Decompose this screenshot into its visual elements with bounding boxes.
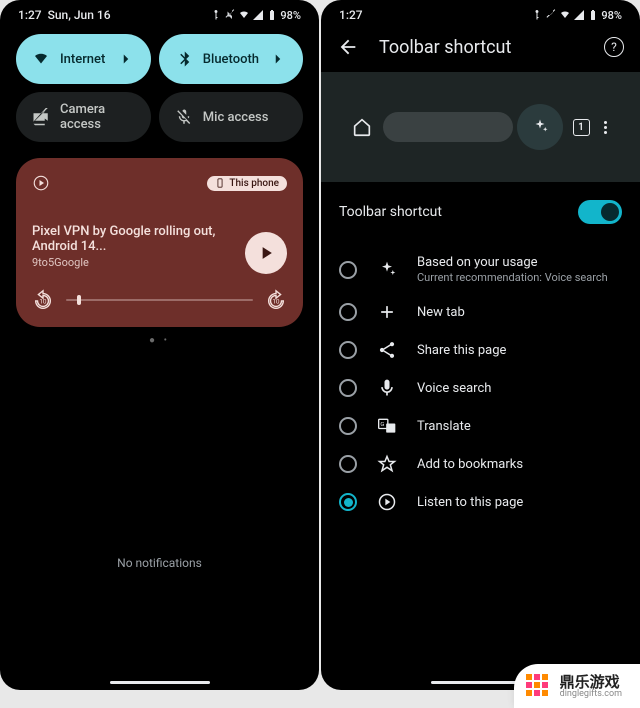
status-icons: 98% — [210, 9, 301, 22]
mute-icon — [545, 9, 557, 21]
option-label: Based on your usage — [417, 255, 608, 270]
toolbar-shortcut-toggle[interactable] — [578, 200, 622, 224]
shortcut-options-list: Based on your usage Current recommendati… — [321, 242, 640, 525]
mic-off-icon — [175, 108, 193, 126]
status-time: 1:27 — [339, 8, 363, 22]
option-translate[interactable]: G Translate — [327, 407, 634, 445]
play-icon — [256, 243, 276, 263]
signal-icon — [573, 9, 585, 21]
wifi-icon — [559, 9, 571, 21]
qs-tile-label: Bluetooth — [203, 52, 259, 67]
radio-button[interactable] — [339, 417, 357, 435]
phone-icon — [215, 178, 225, 188]
option-new-tab[interactable]: New tab — [327, 293, 634, 331]
seek-bar[interactable] — [66, 299, 253, 301]
status-bar: 1:27 98% — [321, 0, 640, 26]
camera-off-icon — [32, 108, 50, 126]
radio-button[interactable] — [339, 261, 357, 279]
svg-text:10: 10 — [272, 298, 280, 306]
option-label: Translate — [417, 419, 471, 434]
battery-percent: 98% — [601, 9, 622, 22]
option-label: New tab — [417, 305, 465, 320]
watermark-logo — [526, 674, 548, 696]
menu-icon — [600, 121, 611, 134]
play-circle-icon — [377, 492, 397, 512]
play-button[interactable] — [245, 232, 287, 274]
option-label: Add to bookmarks — [417, 457, 523, 472]
replay-10-icon[interactable]: 10 — [32, 289, 54, 311]
qs-tile-label: Internet — [60, 52, 105, 67]
option-label: Share this page — [417, 343, 506, 358]
wifi-icon — [32, 50, 50, 68]
qs-tile-internet[interactable]: Internet — [16, 34, 151, 84]
battery-icon — [266, 9, 278, 21]
home-icon — [351, 116, 373, 138]
page-indicator: ● • — [0, 335, 319, 346]
toolbar-shortcut-toggle-row: Toolbar shortcut — [321, 182, 640, 242]
plus-icon — [377, 302, 397, 322]
mute-icon — [224, 9, 236, 21]
chevron-right-icon — [269, 50, 287, 68]
radio-button[interactable] — [339, 379, 357, 397]
option-label: Listen to this page — [417, 495, 523, 510]
help-icon[interactable]: ? — [604, 37, 624, 57]
phone-settings: 1:27 98% Toolbar shortcut ? 1 — [321, 0, 640, 690]
qs-tile-mic-access[interactable]: Mic access — [159, 92, 303, 142]
sparkle-icon — [531, 118, 549, 136]
battery-percent: 98% — [280, 9, 301, 22]
sparkle-highlight — [517, 104, 563, 150]
watermark-text: 鼎乐游戏 — [560, 674, 622, 691]
status-icons: 98% — [531, 9, 622, 22]
radio-button[interactable] — [339, 341, 357, 359]
option-listen[interactable]: Listen to this page — [327, 483, 634, 521]
toggle-label: Toolbar shortcut — [339, 204, 442, 220]
media-player-card[interactable]: This phone Pixel VPN by Google rolling o… — [16, 158, 303, 327]
vpn-key-icon — [210, 9, 222, 21]
page-title: Toolbar shortcut — [379, 37, 511, 58]
output-device-chip[interactable]: This phone — [207, 176, 287, 191]
tab-switcher-icon: 1 — [573, 119, 590, 136]
sparkle-icon — [377, 260, 397, 280]
option-based-on-usage[interactable]: Based on your usage Current recommendati… — [327, 246, 634, 293]
back-icon[interactable] — [337, 36, 359, 58]
seek-thumb[interactable] — [77, 295, 81, 305]
qs-tile-bluetooth[interactable]: Bluetooth — [159, 34, 303, 84]
phone-quick-settings: 1:27 Sun, Jun 16 98% Internet Bluetooth — [0, 0, 319, 690]
option-label: Voice search — [417, 381, 491, 396]
translate-icon: G — [377, 416, 397, 436]
toolbar-preview: 1 — [321, 72, 640, 182]
no-notifications-label: No notifications — [0, 556, 319, 570]
radio-button[interactable] — [339, 455, 357, 473]
star-icon — [377, 454, 397, 474]
share-icon — [377, 340, 397, 360]
quick-settings-grid: Internet Bluetooth Camera access Mic acc… — [0, 26, 319, 150]
option-voice-search[interactable]: Voice search — [327, 369, 634, 407]
svg-text:10: 10 — [39, 298, 47, 306]
forward-10-icon[interactable]: 10 — [265, 289, 287, 311]
vpn-key-icon — [531, 9, 543, 21]
option-bookmarks[interactable]: Add to bookmarks — [327, 445, 634, 483]
option-sublabel: Current recommendation: Voice search — [417, 271, 608, 284]
chevron-right-icon — [117, 50, 135, 68]
watermark-url: dinglegifts.com — [560, 690, 622, 700]
svg-text:G: G — [380, 422, 384, 428]
status-time-date: 1:27 Sun, Jun 16 — [18, 8, 111, 22]
gesture-bar[interactable] — [110, 681, 210, 684]
settings-header: Toolbar shortcut ? — [321, 26, 640, 72]
status-bar: 1:27 Sun, Jun 16 98% — [0, 0, 319, 26]
battery-icon — [587, 9, 599, 21]
option-share[interactable]: Share this page — [327, 331, 634, 369]
mic-icon — [377, 378, 397, 398]
address-bar-preview — [383, 112, 513, 142]
wifi-icon — [238, 9, 250, 21]
bluetooth-icon — [175, 50, 193, 68]
signal-icon — [252, 9, 264, 21]
qs-tile-label: Mic access — [203, 110, 269, 125]
qs-tile-label: Camera access — [60, 102, 135, 132]
radio-button[interactable] — [339, 493, 357, 511]
cast-icon[interactable] — [32, 174, 50, 192]
watermark: 鼎乐游戏 dinglegifts.com — [514, 664, 640, 708]
radio-button[interactable] — [339, 303, 357, 321]
qs-tile-camera-access[interactable]: Camera access — [16, 92, 151, 142]
